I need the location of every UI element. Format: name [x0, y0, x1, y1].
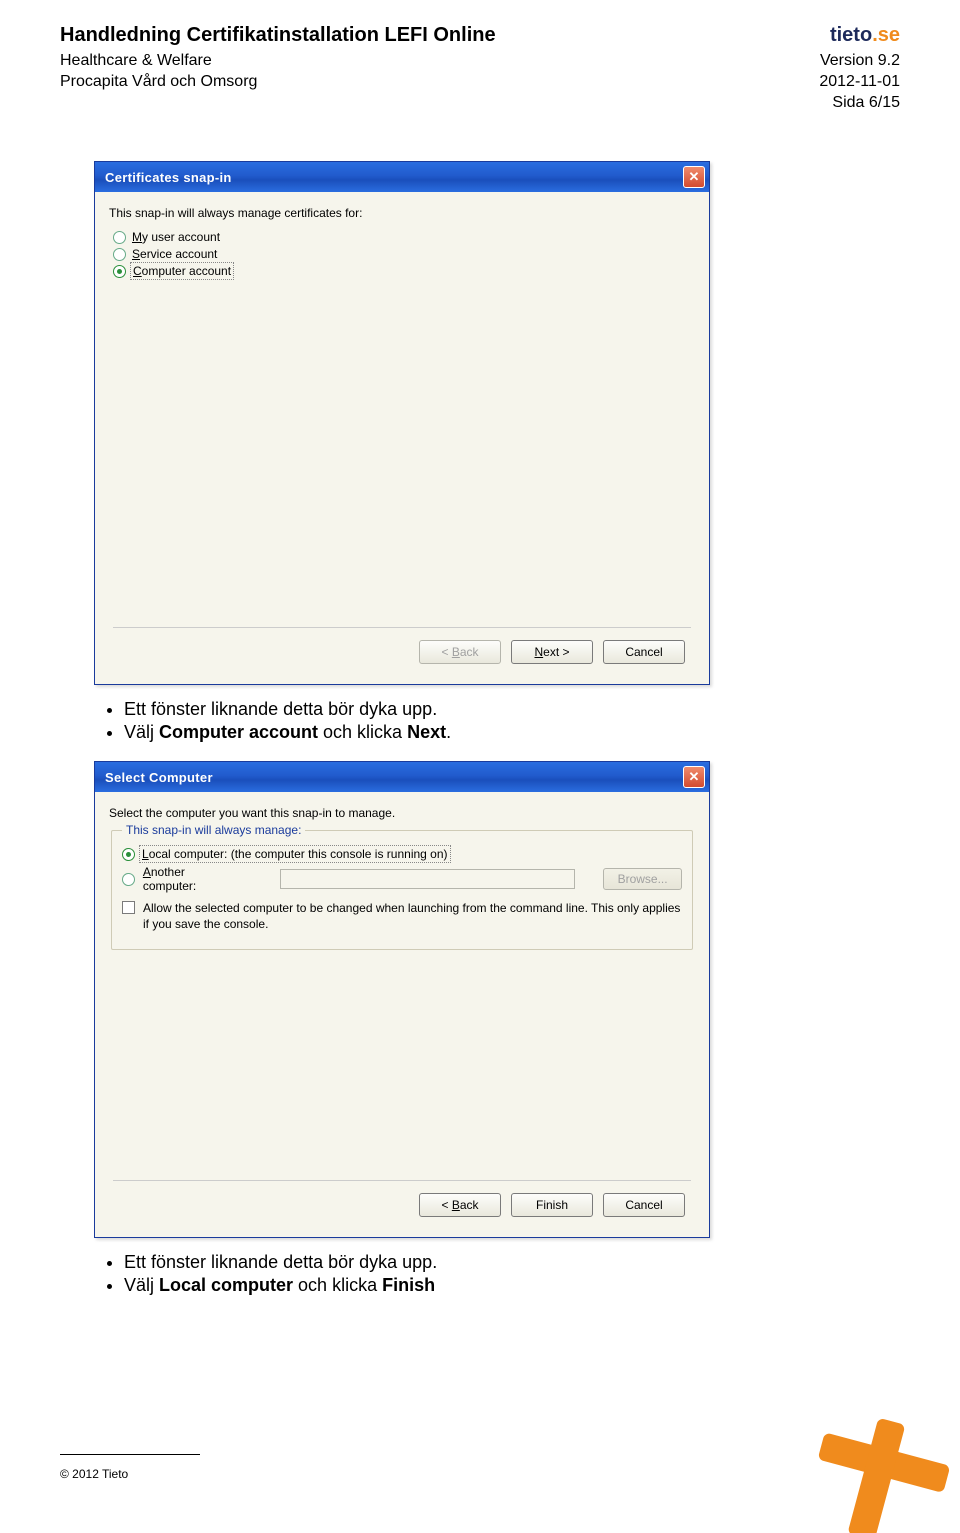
radio-service-account[interactable]: Service account: [113, 247, 695, 261]
close-icon[interactable]: ✕: [683, 166, 705, 188]
footer-rule: [60, 1454, 200, 1455]
button-row: < Back Next > Cancel: [109, 634, 695, 674]
bullet-item: Ett fönster liknande detta bör dyka upp.: [124, 1252, 900, 1273]
radio-icon: [122, 873, 135, 886]
logo: tieto.se: [830, 24, 900, 47]
radio-icon: [113, 265, 126, 278]
certificates-snapin-dialog: Certificates snap-in ✕ This snap-in will…: [94, 161, 710, 685]
radio-my-user-account[interactable]: My user account: [113, 230, 695, 244]
select-computer-dialog: Select Computer ✕ Select the computer yo…: [94, 761, 710, 1237]
checkbox-icon: [122, 901, 135, 914]
radio-local-computer[interactable]: Local computer: (the computer this conso…: [122, 847, 682, 861]
back-button: < Back: [419, 640, 501, 664]
back-button[interactable]: < Back: [419, 1193, 501, 1217]
next-button[interactable]: Next >: [511, 640, 593, 664]
radio-group: My user account Service account Computer…: [113, 230, 695, 278]
instructions-2: Ett fönster liknande detta bör dyka upp.…: [124, 1252, 900, 1296]
bullet-item: Ett fönster liknande detta bör dyka upp.: [124, 699, 900, 720]
group-box: This snap-in will always manage: Local c…: [111, 830, 693, 949]
snapin-desc: This snap-in will always manage certific…: [109, 206, 695, 220]
radio-another-computer[interactable]: Another computer: Browse...: [122, 865, 682, 893]
radio-computer-account[interactable]: Computer account: [113, 264, 695, 278]
tieto-logo-icon: [790, 1393, 960, 1533]
instructions-1: Ett fönster liknande detta bör dyka upp.…: [124, 699, 900, 743]
bullet-item: Välj Local computer och klicka Finish: [124, 1275, 900, 1296]
computer-name-field: [280, 869, 576, 889]
header-right: Version 9.2 2012-11-01 Sida 6/15: [819, 51, 900, 113]
browse-button: Browse...: [603, 868, 682, 890]
radio-icon: [122, 848, 135, 861]
header-left: Healthcare & Welfare Procapita Vård och …: [60, 51, 257, 113]
radio-icon: [113, 231, 126, 244]
titlebar: Select Computer ✕: [95, 762, 709, 792]
radio-icon: [113, 248, 126, 261]
footer-copyright: © 2012 Tieto: [60, 1467, 128, 1481]
titlebar: Certificates snap-in ✕: [95, 162, 709, 192]
bullet-item: Välj Computer account och klicka Next.: [124, 722, 900, 743]
close-icon[interactable]: ✕: [683, 766, 705, 788]
finish-button[interactable]: Finish: [511, 1193, 593, 1217]
cancel-button[interactable]: Cancel: [603, 1193, 685, 1217]
select-desc: Select the computer you want this snap-i…: [109, 806, 695, 820]
button-row: < Back Finish Cancel: [109, 1187, 695, 1227]
cancel-button[interactable]: Cancel: [603, 640, 685, 664]
allow-change-checkbox-row[interactable]: Allow the selected computer to be change…: [122, 901, 682, 932]
doc-title: Handledning Certifikatinstallation LEFI …: [60, 24, 496, 47]
